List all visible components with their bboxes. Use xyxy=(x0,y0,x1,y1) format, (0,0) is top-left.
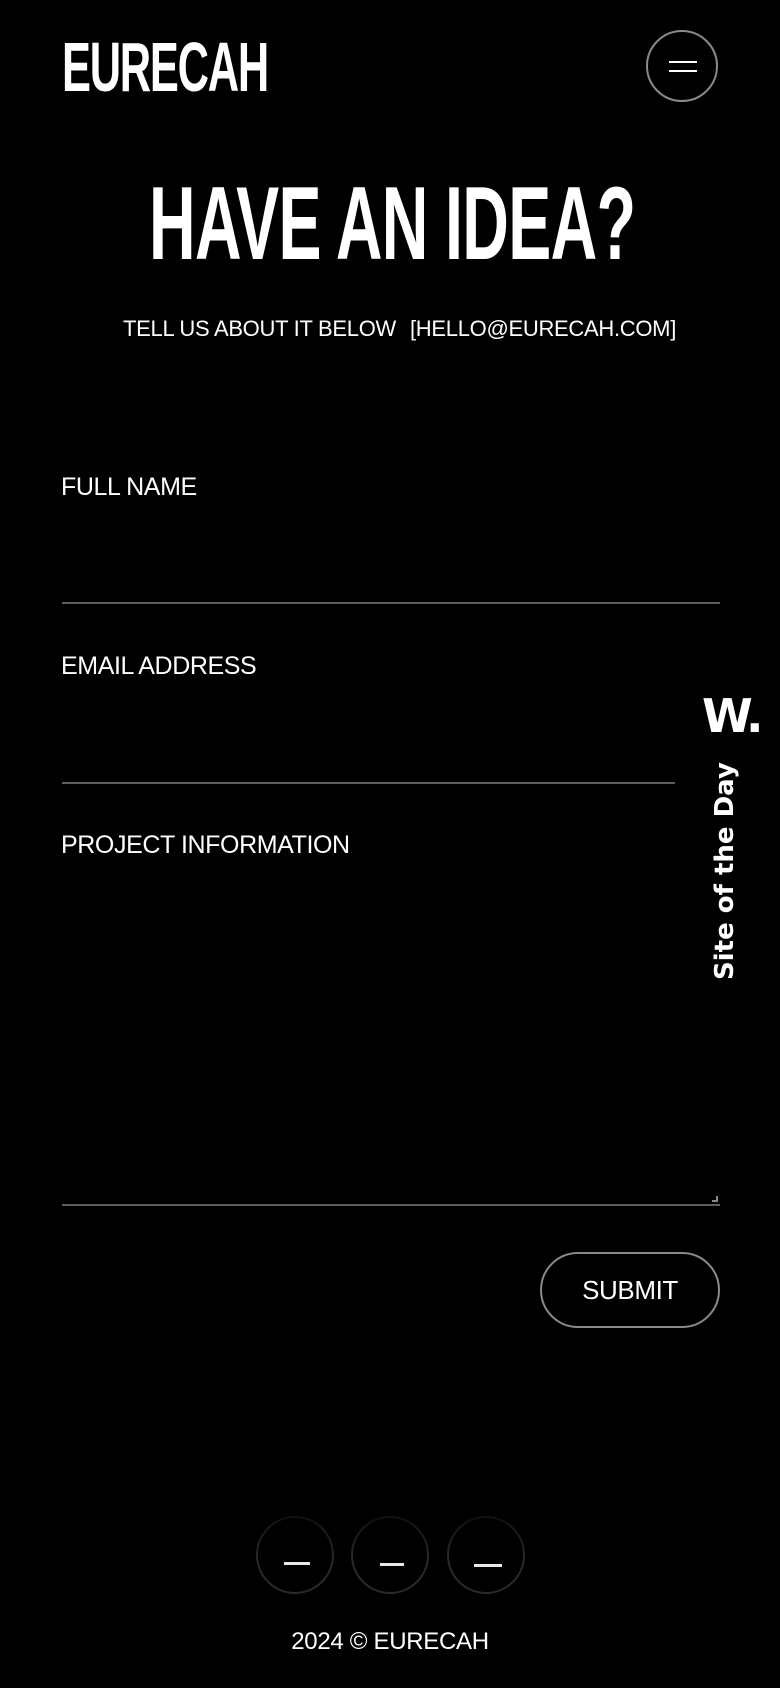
social-icon-2 xyxy=(380,1563,404,1566)
tagline: TELL US ABOUT IT BELOW xyxy=(123,316,396,341)
social-link-3[interactable] xyxy=(447,1516,525,1594)
submit-button[interactable]: SUBMIT xyxy=(540,1252,720,1328)
social-link-1[interactable] xyxy=(256,1516,334,1594)
menu-button[interactable] xyxy=(646,30,718,102)
resize-handle-icon[interactable] xyxy=(712,1196,718,1202)
page-headline: HAVE AN IDEA? xyxy=(0,172,780,276)
awwwards-logo-icon: W. xyxy=(702,689,763,743)
hamburger-icon xyxy=(669,61,697,63)
copyright: 2024 © EURECAH xyxy=(291,1628,489,1655)
full-name-label: FULL NAME xyxy=(61,473,197,501)
headline-text: HAVE AN IDEA? xyxy=(149,166,636,282)
email-link[interactable]: [HELLO@EURECAH.COM] xyxy=(410,316,676,342)
email-input[interactable] xyxy=(62,700,675,784)
site-of-the-day-text: Site of the Day xyxy=(710,762,740,980)
logo[interactable]: EURECAH xyxy=(62,30,269,104)
social-icon-3 xyxy=(474,1564,502,1567)
social-link-2[interactable] xyxy=(351,1516,429,1594)
site-of-the-day-badge[interactable]: W. Site of the Day xyxy=(696,690,766,990)
hamburger-icon-bar xyxy=(669,70,697,72)
full-name-input[interactable] xyxy=(62,520,720,604)
project-info-textarea[interactable] xyxy=(62,876,720,1206)
email-label: EMAIL ADDRESS xyxy=(61,652,257,680)
social-icon-1 xyxy=(284,1562,310,1565)
project-info-label: PROJECT INFORMATION xyxy=(61,831,350,859)
